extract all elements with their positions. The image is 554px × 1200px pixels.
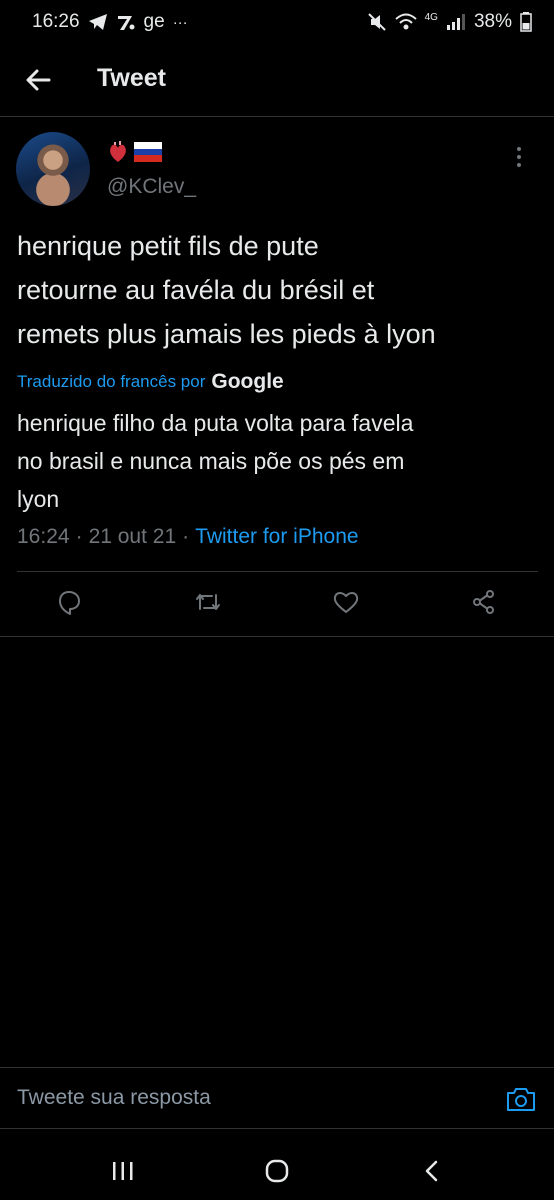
tweet-date: 21 out 21: [88, 525, 177, 548]
translated-text: henrique filho da puta volta para favela…: [17, 404, 537, 518]
back-arrow-icon[interactable]: [24, 66, 52, 94]
tweet-text-line: remets plus jamais les pieds à lyon: [17, 319, 436, 349]
home-icon[interactable]: [264, 1158, 290, 1184]
avatar[interactable]: [16, 132, 90, 206]
signal-icon: [446, 14, 465, 30]
tweet-source-link[interactable]: Twitter for iPhone: [195, 525, 358, 549]
translated-by-text: Traduzido do francês por: [17, 372, 206, 391]
mute-icon: [367, 13, 386, 31]
translated-text-line: henrique filho da puta volta para favela: [17, 410, 414, 436]
tweet-time: 16:24: [17, 525, 70, 548]
display-name-emojis: [108, 141, 162, 163]
reply-composer: [0, 1067, 554, 1129]
retweet-icon[interactable]: [193, 587, 223, 617]
translated-text-line: lyon: [17, 486, 60, 512]
camera-icon[interactable]: [506, 1086, 536, 1112]
telegram-icon: [88, 14, 107, 30]
more-options-icon[interactable]: [516, 146, 522, 168]
divider: [0, 636, 554, 637]
wifi-icon: [394, 13, 417, 30]
status-bar: 16:26 ge ··· 4G 38%: [0, 0, 554, 44]
system-nav-bar: [0, 1140, 554, 1200]
reply-icon[interactable]: [54, 587, 84, 617]
network-type: 4G: [424, 11, 438, 23]
status-right: 4G 38%: [367, 11, 532, 33]
tweet-actions: [0, 587, 554, 623]
tweet-metadata: 16:24 · 21 out 21 · Twitter for iPhone: [17, 525, 359, 549]
tweet-text-line: retourne au favéla du brésil et: [17, 275, 375, 305]
tweet-text: henrique petit fils de pute retourne au …: [17, 224, 547, 356]
share-icon[interactable]: [469, 587, 499, 617]
divider: [17, 571, 538, 572]
recent-apps-icon[interactable]: [110, 1158, 136, 1184]
translated-by-label[interactable]: Traduzido do francês por Google: [17, 370, 284, 394]
tweet-header: Tweet: [0, 44, 554, 117]
user-handle[interactable]: @KClev_: [107, 175, 196, 199]
translated-text-line: no brasil e nunca mais põe os pés em: [17, 448, 405, 474]
more-notifications-indicator: ···: [172, 13, 188, 31]
like-icon[interactable]: [331, 587, 361, 617]
meta-separator: ·: [182, 525, 190, 548]
google-logo: Google: [211, 370, 284, 393]
status-time: 16:26: [32, 11, 80, 32]
status-left: 16:26 ge ···: [32, 11, 188, 33]
meta-separator: ·: [75, 525, 83, 548]
battery-icon: [520, 12, 532, 32]
app-notification-icon: [117, 16, 135, 30]
russia-flag-icon: [134, 142, 162, 162]
tweet-text-line: henrique petit fils de pute: [17, 231, 319, 261]
carrier-label: ge: [143, 11, 165, 32]
back-nav-icon[interactable]: [420, 1158, 446, 1184]
page-title: Tweet: [97, 64, 166, 92]
battery-percent: 38%: [473, 11, 512, 32]
anatomical-heart-icon: [110, 141, 126, 162]
reply-input[interactable]: [17, 1080, 477, 1116]
